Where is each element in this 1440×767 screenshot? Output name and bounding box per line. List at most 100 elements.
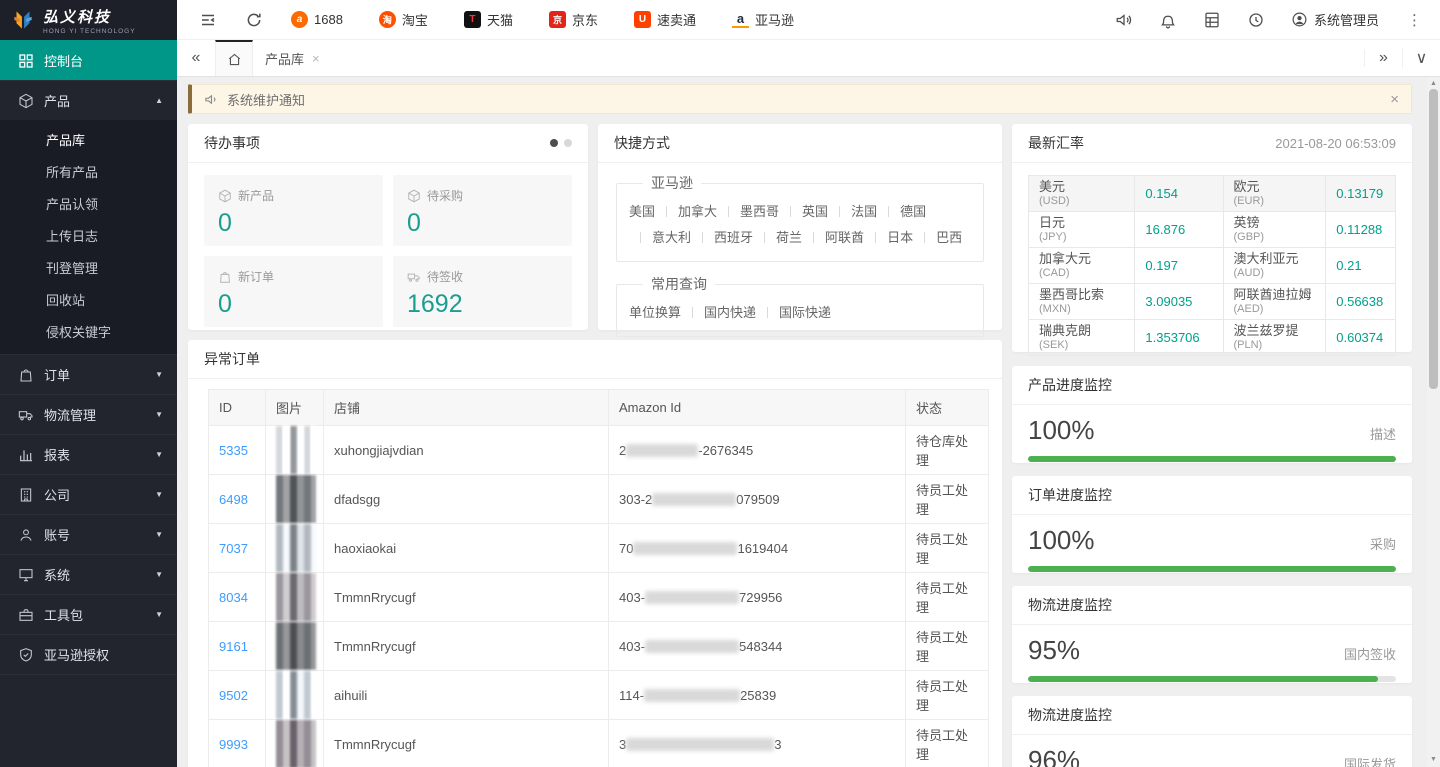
sidebar-subitem-recycle-bin[interactable]: 回收站 bbox=[0, 285, 177, 317]
rates-row: 瑞典克朗(SEK) 1.353706 波兰兹罗提(PLN) 0.60374 bbox=[1029, 319, 1396, 355]
order-id-link[interactable]: 5335 bbox=[219, 443, 248, 458]
shortcut-link-jp[interactable]: 日本 bbox=[864, 230, 913, 245]
shortcut-link-ca[interactable]: 加拿大 bbox=[655, 204, 717, 219]
tab-home[interactable] bbox=[215, 40, 253, 76]
link-jd[interactable]: 京 京东 bbox=[549, 10, 598, 29]
link-amazon[interactable]: a 亚马逊 bbox=[732, 10, 794, 29]
shortcut-link-de[interactable]: 德国 bbox=[877, 204, 926, 219]
tab-product-library[interactable]: 产品库 × bbox=[253, 40, 332, 76]
col-status: 状态 bbox=[906, 390, 989, 426]
exchange-clock-icon[interactable] bbox=[1247, 11, 1265, 29]
sidebar-subitem-listing-manage[interactable]: 刊登管理 bbox=[0, 253, 177, 285]
link-tmall-label: 天猫 bbox=[487, 10, 513, 29]
order-progress-card: 订单进度监控 100% 采购 bbox=[1012, 476, 1412, 573]
user-name: 系统管理员 bbox=[1314, 10, 1379, 29]
order-shop: TmmnRrycugf bbox=[324, 573, 609, 622]
sidebar-subitem-upload-log[interactable]: 上传日志 bbox=[0, 221, 177, 253]
order-id-link[interactable]: 7037 bbox=[219, 541, 248, 556]
sidebar-item-label: 控制台 bbox=[44, 51, 163, 70]
sidebar-item-dashboard[interactable]: 控制台 bbox=[0, 40, 177, 80]
order-id-link[interactable]: 9502 bbox=[219, 688, 248, 703]
link-taobao[interactable]: 淘 淘宝 bbox=[379, 10, 428, 29]
brand-logo[interactable]: 弘义科技 HONG YI TECHNOLOGY bbox=[0, 0, 177, 40]
sidebar-item-product[interactable]: 产品 ▲ bbox=[0, 80, 177, 120]
monitor-title: 物流进度监控 bbox=[1028, 595, 1112, 615]
sidebar-item-amazon-auth[interactable]: 亚马逊授权 bbox=[0, 634, 177, 674]
user-menu[interactable]: 系统管理员 bbox=[1291, 10, 1379, 29]
rates-timestamp: 2021-08-20 06:53:09 bbox=[1275, 136, 1396, 151]
cube-icon bbox=[218, 189, 232, 203]
bell-icon[interactable] bbox=[1159, 11, 1177, 29]
product-thumbnail[interactable] bbox=[276, 622, 316, 670]
tab-close-icon[interactable]: × bbox=[312, 51, 320, 66]
link-aliexpress[interactable]: U 速卖通 bbox=[634, 10, 696, 29]
refresh-icon[interactable] bbox=[245, 11, 263, 29]
brand-logo-icon bbox=[10, 7, 36, 33]
redacted-block bbox=[633, 542, 737, 555]
order-id-link[interactable]: 8034 bbox=[219, 590, 248, 605]
collapse-sidebar-icon[interactable] bbox=[199, 11, 217, 29]
dashboard-icon bbox=[18, 53, 34, 69]
sidebar-item-label: 物流管理 bbox=[44, 405, 145, 424]
user-icon bbox=[18, 527, 34, 543]
tabs-scroll-left-icon[interactable]: « bbox=[177, 40, 215, 76]
product-thumbnail[interactable] bbox=[276, 524, 316, 572]
product-thumbnail[interactable] bbox=[276, 426, 316, 474]
order-amazon-id: 114-25839 bbox=[609, 671, 906, 720]
shortcut-link-br[interactable]: 巴西 bbox=[913, 230, 962, 245]
monitor-tag: 国内签收 bbox=[1344, 644, 1396, 663]
order-id-link[interactable]: 9993 bbox=[219, 737, 248, 752]
col-shop: 店铺 bbox=[324, 390, 609, 426]
announcement-icon[interactable] bbox=[1115, 11, 1133, 29]
stat-label: 新产品 bbox=[238, 187, 274, 204]
monitor-title: 物流进度监控 bbox=[1028, 705, 1112, 725]
tabs-menu-icon[interactable]: ∨ bbox=[1402, 48, 1440, 68]
caret-down-icon: ▼ bbox=[155, 450, 163, 459]
sidebar-subitem-product-claim[interactable]: 产品认领 bbox=[0, 189, 177, 221]
more-vertical-icon[interactable]: ⋮ bbox=[1405, 11, 1424, 29]
sidebar-item-company[interactable]: 公司 ▼ bbox=[0, 474, 177, 514]
link-jd-label: 京东 bbox=[572, 10, 598, 29]
sidebar-item-reports[interactable]: 报表 ▼ bbox=[0, 434, 177, 474]
carousel-dot-active[interactable] bbox=[550, 139, 558, 147]
shortcut-link-intl-express[interactable]: 国际快递 bbox=[756, 305, 831, 320]
carousel-dot[interactable] bbox=[564, 139, 572, 147]
sidebar-subitem-product-library[interactable]: 产品库 bbox=[0, 125, 177, 157]
shortcut-link-es[interactable]: 西班牙 bbox=[691, 230, 753, 245]
shortcut-link-uk[interactable]: 英国 bbox=[779, 204, 828, 219]
shortcut-link-mx[interactable]: 墨西哥 bbox=[717, 204, 779, 219]
product-thumbnail[interactable] bbox=[276, 475, 316, 523]
sidebar-item-logistics[interactable]: 物流管理 ▼ bbox=[0, 394, 177, 434]
shortcut-link-ae[interactable]: 阿联酋 bbox=[802, 230, 864, 245]
stat-value: 0 bbox=[218, 209, 369, 238]
product-thumbnail[interactable] bbox=[276, 671, 316, 719]
notice-close-icon[interactable]: × bbox=[1390, 91, 1399, 108]
sidebar-item-orders[interactable]: 订单 ▼ bbox=[0, 354, 177, 394]
order-id-link[interactable]: 6498 bbox=[219, 492, 248, 507]
calculator-icon[interactable] bbox=[1203, 11, 1221, 29]
order-id-link[interactable]: 9161 bbox=[219, 639, 248, 654]
sidebar-subitem-all-products[interactable]: 所有产品 bbox=[0, 157, 177, 189]
tabs-scroll-right-icon[interactable]: » bbox=[1364, 49, 1402, 67]
link-1688[interactable]: a 1688 bbox=[291, 11, 343, 28]
product-thumbnail[interactable] bbox=[276, 720, 316, 767]
monitor-title: 订单进度监控 bbox=[1028, 485, 1112, 505]
scroll-up-icon[interactable]: ▲ bbox=[1427, 77, 1440, 89]
sidebar-item-toolbox[interactable]: 工具包 ▼ bbox=[0, 594, 177, 634]
shortcut-link-us[interactable]: 美国 bbox=[629, 204, 655, 219]
shortcut-link-fr[interactable]: 法国 bbox=[828, 204, 877, 219]
scrollbar-thumb[interactable] bbox=[1429, 89, 1438, 389]
shortcut-link-domestic-express[interactable]: 国内快递 bbox=[681, 305, 756, 320]
sidebar-item-accounts[interactable]: 账号 ▼ bbox=[0, 514, 177, 554]
vertical-scrollbar[interactable]: ▲ ▼ bbox=[1427, 77, 1440, 767]
product-thumbnail[interactable] bbox=[276, 573, 316, 621]
shortcut-link-unit-convert[interactable]: 单位换算 bbox=[629, 305, 681, 320]
scroll-down-icon[interactable]: ▼ bbox=[1427, 753, 1440, 765]
shortcut-link-it[interactable]: 意大利 bbox=[629, 230, 691, 245]
shortcut-link-nl[interactable]: 荷兰 bbox=[753, 230, 802, 245]
sidebar-item-system[interactable]: 系统 ▼ bbox=[0, 554, 177, 594]
sidebar-subitem-infringing-keywords[interactable]: 侵权关键字 bbox=[0, 317, 177, 349]
monitor-percent: 100% bbox=[1028, 525, 1095, 556]
cube-icon bbox=[407, 189, 421, 203]
link-tmall[interactable]: T 天猫 bbox=[464, 10, 513, 29]
